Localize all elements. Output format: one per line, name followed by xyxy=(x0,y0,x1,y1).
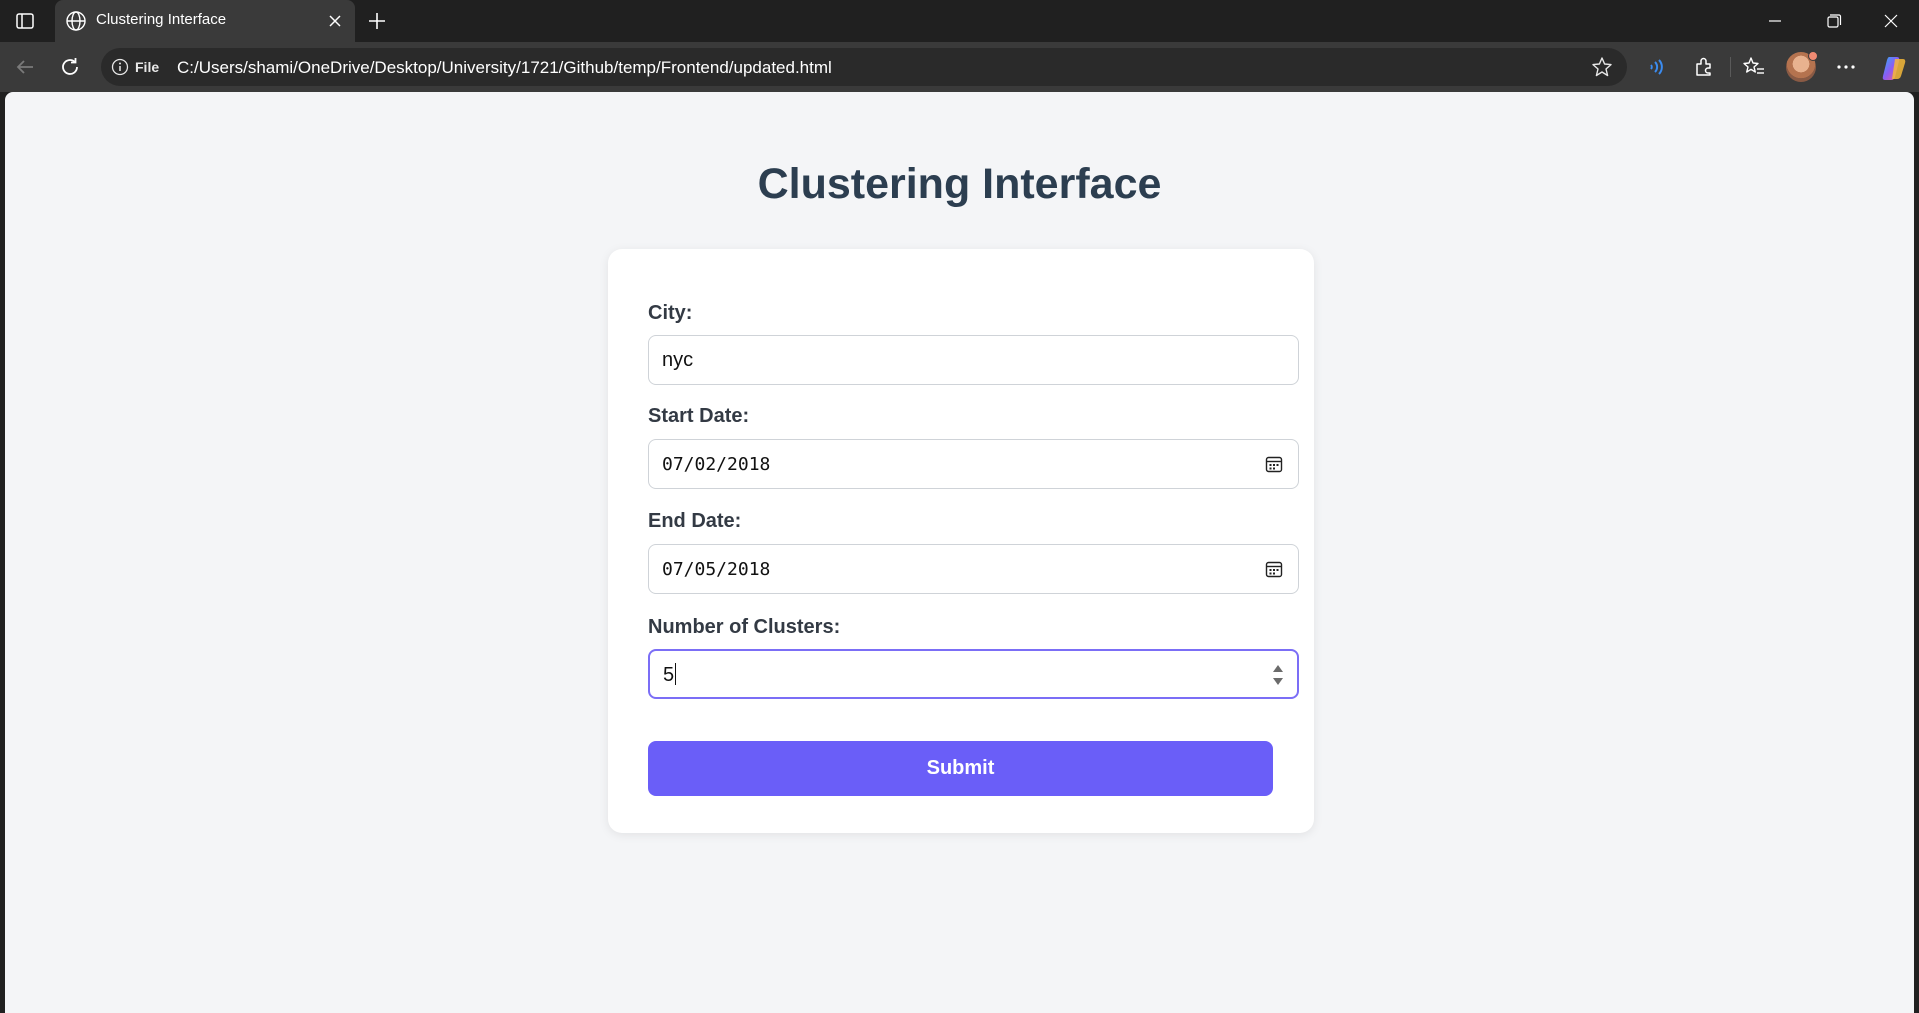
page-title: Clustering Interface xyxy=(757,160,1162,208)
globe-icon xyxy=(65,10,87,32)
browser-toolbar: File C:/Users/shami/OneDrive/Desktop/Uni… xyxy=(0,42,1919,92)
clusters-value: 5 xyxy=(663,664,675,686)
start-date-label: Start Date: xyxy=(648,405,750,427)
reload-icon[interactable] xyxy=(57,54,83,80)
more-icon[interactable] xyxy=(1833,54,1859,80)
sidebar-icon[interactable] xyxy=(12,9,38,33)
restore-icon[interactable] xyxy=(1820,9,1846,33)
read-aloud-icon[interactable] xyxy=(1646,54,1672,80)
url-text[interactable]: C:/Users/shami/OneDrive/Desktop/Universi… xyxy=(177,58,832,78)
clusters-input[interactable]: 5 xyxy=(648,649,1299,699)
favorites-icon[interactable] xyxy=(1741,54,1767,80)
close-icon[interactable] xyxy=(325,11,345,31)
number-spinner-icon[interactable] xyxy=(1271,661,1285,689)
back-icon[interactable] xyxy=(12,54,38,80)
tab-strip: Clustering Interface xyxy=(0,0,1919,42)
page-viewport: Clustering Interface City: nyc Start Dat… xyxy=(5,92,1914,1013)
close-window-icon[interactable] xyxy=(1878,9,1904,33)
end-date-value: 07/05/2018 xyxy=(662,559,771,580)
city-label: City: xyxy=(648,302,693,324)
clustering-form: City: nyc Start Date: 07/02/2018 End Dat… xyxy=(608,249,1314,833)
text-caret xyxy=(675,663,677,685)
start-date-input[interactable]: 07/02/2018 xyxy=(648,439,1299,489)
notification-dot xyxy=(1808,51,1818,61)
browser-tab[interactable]: Clustering Interface xyxy=(55,0,355,42)
calendar-icon[interactable] xyxy=(1264,559,1284,579)
address-bar[interactable]: File C:/Users/shami/OneDrive/Desktop/Uni… xyxy=(101,48,1627,86)
end-date-label: End Date: xyxy=(648,510,742,532)
copilot-icon[interactable] xyxy=(1880,54,1908,82)
clusters-value-wrap: 5 xyxy=(663,663,677,687)
end-date-input[interactable]: 07/05/2018 xyxy=(648,544,1299,594)
file-label: File xyxy=(135,59,160,75)
calendar-icon[interactable] xyxy=(1264,454,1284,474)
toolbar-divider xyxy=(1730,57,1731,77)
minimize-icon[interactable] xyxy=(1762,9,1788,33)
city-input[interactable]: nyc xyxy=(648,335,1299,385)
star-icon[interactable] xyxy=(1591,56,1613,78)
info-icon[interactable] xyxy=(111,58,129,76)
plus-icon[interactable] xyxy=(365,9,389,33)
start-date-value: 07/02/2018 xyxy=(662,454,771,475)
city-value: nyc xyxy=(662,349,694,371)
extensions-icon[interactable] xyxy=(1691,54,1717,80)
tab-title: Clustering Interface xyxy=(96,11,227,28)
submit-button[interactable]: Submit xyxy=(648,741,1273,796)
clusters-label: Number of Clusters: xyxy=(648,616,841,638)
